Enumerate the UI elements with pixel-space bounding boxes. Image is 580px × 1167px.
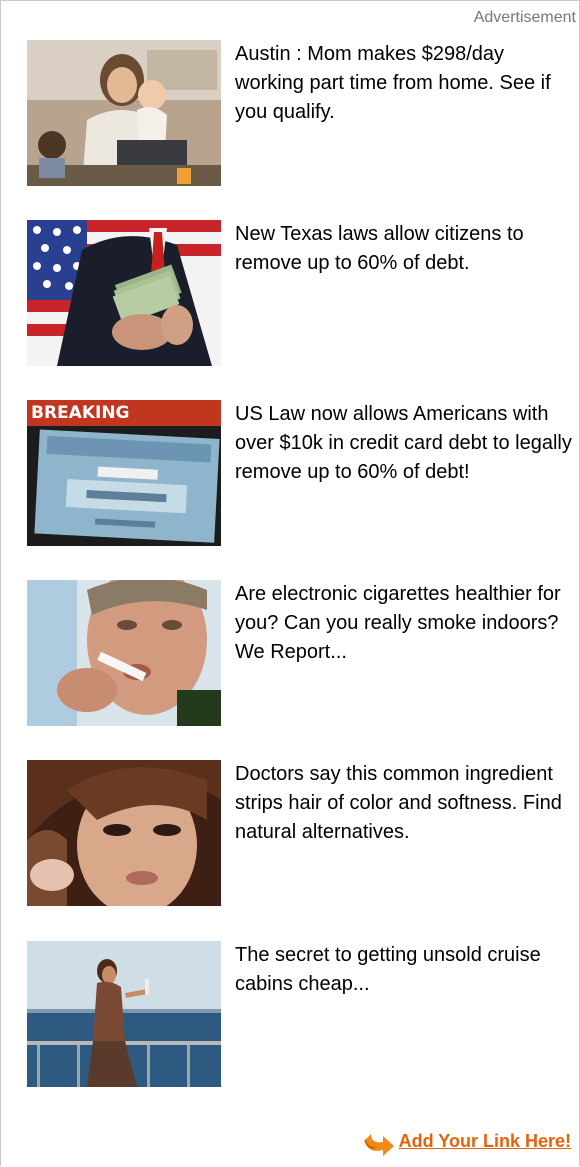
ad-text[interactable]: New Texas laws allow citizens to remove … [235,220,573,278]
ad-text[interactable]: Doctors say this common ingredient strip… [235,760,573,847]
ad-thumbnail-social-security[interactable]: BREAKING [27,400,221,546]
ad-text[interactable]: The secret to getting unsold cruise cabi… [235,941,573,999]
ad-item[interactable]: Austin : Mom makes $298/day working part… [27,40,572,188]
ad-item[interactable]: The secret to getting unsold cruise cabi… [27,941,572,1089]
ad-thumbnail-woman-face[interactable] [27,760,221,906]
add-your-link[interactable]: Add Your Link Here! [361,1126,571,1156]
advertisement-label: Advertisement [473,9,576,26]
ad-thumbnail-cruise[interactable] [27,941,221,1087]
ad-item[interactable]: Are electronic cigarettes healthier for … [27,580,572,728]
ad-thumbnail-man-cash[interactable] [27,220,221,366]
ad-text[interactable]: US Law now allows Americans with over $1… [235,400,573,487]
curved-arrow-icon [363,1134,394,1156]
ad-item[interactable]: Doctors say this common ingredient strip… [27,760,572,908]
ad-text[interactable]: Austin : Mom makes $298/day working part… [235,40,573,127]
ad-thumbnail-mom-laptop[interactable] [27,40,221,186]
ad-thumbnail-ecigarette[interactable] [27,580,221,726]
ad-item[interactable]: New Texas laws allow citizens to remove … [27,220,572,368]
add-your-link-here[interactable]: Add Your Link Here! [399,1131,571,1152]
breaking-caption: BREAKING [31,403,130,423]
ad-widget: Advertisement Austin : Mom makes $298/da… [0,0,580,1166]
ad-item[interactable]: BREAKING US Law now allows Americans wit… [27,400,572,548]
ad-text[interactable]: Are electronic cigarettes healthier for … [235,580,573,667]
